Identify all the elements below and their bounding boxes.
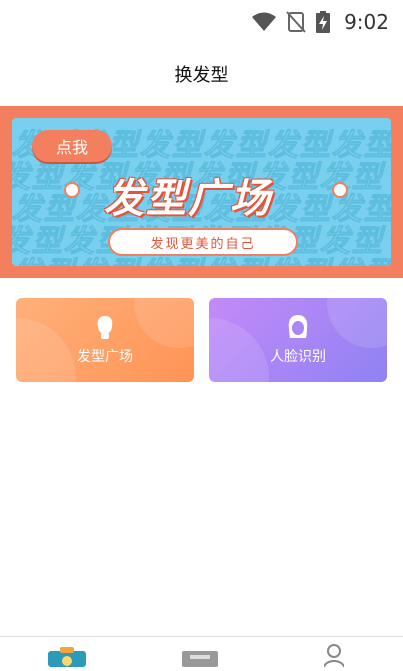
profile-icon <box>323 644 345 668</box>
nav-profile[interactable] <box>323 643 345 671</box>
decor-dot-left <box>64 182 80 198</box>
card-label: 发型广场 <box>77 349 133 365</box>
banner-subtitle: 发现更美的自己 <box>108 228 298 256</box>
tap-me-badge[interactable]: 点我 <box>32 130 112 162</box>
decor-bubble <box>134 298 194 348</box>
face-woman-icon <box>288 315 308 338</box>
banner-inner: 发型发型发型发型发型发型 发型发型发型发型发型发型 发型发型发型发型发型发型 发… <box>12 118 391 266</box>
no-signal-icon <box>286 11 306 33</box>
bottom-nav <box>0 636 403 668</box>
status-time: 9:02 <box>344 10 389 34</box>
page-title: 换发型 <box>174 65 229 86</box>
decor-bubble <box>16 318 76 382</box>
face-recognition-card[interactable]: 人脸识别 <box>209 298 387 382</box>
wifi-icon <box>252 12 277 31</box>
title-bar: 换发型 <box>0 44 403 104</box>
hairstyle-square-card[interactable]: 发型广场 <box>16 298 194 382</box>
nav-id-card[interactable] <box>182 647 218 671</box>
status-bar: 9:02 <box>0 0 403 44</box>
feature-cards: 发型广场 人脸识别 <box>16 298 387 382</box>
battery-charging-icon <box>316 11 331 33</box>
id-card-icon <box>182 651 218 667</box>
banner-title: 发型广场 <box>104 176 272 222</box>
hair-head-icon <box>97 316 113 339</box>
camera-icon <box>48 647 86 667</box>
decor-dot-right <box>332 182 348 198</box>
decor-bubble <box>327 298 387 348</box>
decor-bubble <box>209 318 269 382</box>
promo-banner[interactable]: 发型发型发型发型发型发型 发型发型发型发型发型发型 发型发型发型发型发型发型 发… <box>0 106 403 278</box>
card-label: 人脸识别 <box>270 349 326 365</box>
nav-camera[interactable] <box>48 647 86 671</box>
